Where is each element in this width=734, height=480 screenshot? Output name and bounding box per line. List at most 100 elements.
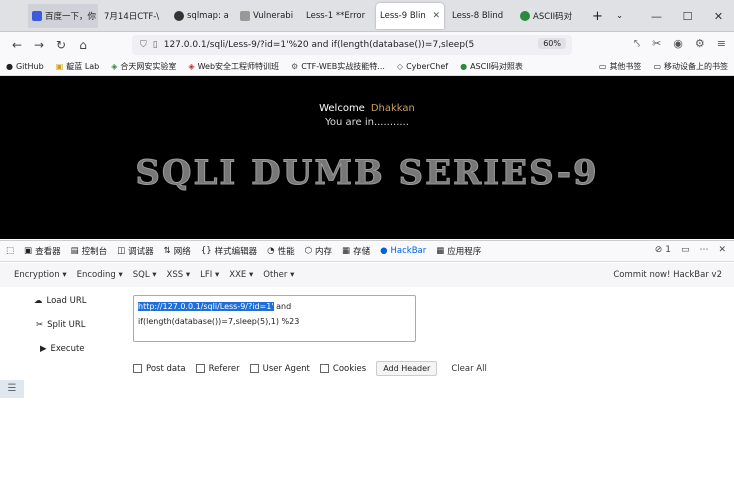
- tab-less8[interactable]: Less-8 Blind: [448, 4, 512, 28]
- tab-sqlmap[interactable]: sqlmap: a: [170, 4, 234, 28]
- github-favicon-icon: [174, 11, 184, 21]
- tab-performance[interactable]: ◔ 性能: [267, 245, 294, 257]
- sidebar-toggle-icon[interactable]: ☰: [0, 380, 24, 398]
- tab-bar: 百度一下，你 7月14日CTF-\ sqlmap: a Vulnerabi Le…: [0, 0, 734, 32]
- you-are-in-text: You are in...........: [325, 117, 409, 128]
- referer-checkbox[interactable]: Referer: [195, 364, 240, 374]
- button-label: Load URL: [46, 296, 87, 306]
- tab-vulnerability[interactable]: Vulnerabi: [236, 4, 300, 28]
- menu-icon[interactable]: ≡: [717, 37, 726, 51]
- extension-icon[interactable]: ⤣: [634, 37, 640, 51]
- bookmark-cyberchef[interactable]: ◇ CyberChef: [397, 62, 448, 71]
- tab-debugger[interactable]: ◫ 调试器: [117, 245, 154, 257]
- account-icon[interactable]: ◉: [673, 37, 683, 51]
- tab-memory[interactable]: ⬡ 内存: [305, 245, 332, 257]
- checkbox[interactable]: [249, 364, 259, 373]
- menu-xss[interactable]: XSS ▾: [167, 270, 191, 280]
- menu-xxe[interactable]: XXE ▾: [229, 270, 253, 280]
- tab-label: 存储: [353, 247, 371, 257]
- tab-less1[interactable]: Less-1 **Error: [302, 4, 372, 28]
- addon-icon[interactable]: ⚙: [695, 37, 705, 51]
- more-icon[interactable]: ⋯: [699, 245, 708, 255]
- split-url-button[interactable]: ✂ Split URL: [36, 320, 86, 330]
- bookmark-hetian[interactable]: ◈ 合天网安实验室: [111, 61, 176, 72]
- checkbox-label: Post data: [146, 363, 186, 374]
- error-count[interactable]: ⊘ 1: [655, 245, 671, 255]
- tab-label: 查看器: [35, 247, 61, 257]
- menu-label: Encoding: [76, 270, 116, 280]
- home-icon[interactable]: ⌂: [72, 38, 94, 52]
- checkbox[interactable]: [133, 364, 142, 373]
- maximize-icon[interactable]: ☐: [672, 0, 703, 32]
- tab-hackbar[interactable]: ● HackBar: [380, 246, 426, 256]
- textarea-line-1: http://127.0.0.1/sqli/Less-9/?id=1' and: [138, 299, 411, 314]
- menu-encryption[interactable]: Encryption ▾: [14, 270, 67, 280]
- page-favicon-icon: [240, 11, 250, 21]
- bookmark-lab[interactable]: ▣ 靛蓝 Lab: [56, 61, 100, 72]
- clear-all-button[interactable]: Clear All: [451, 364, 486, 374]
- screenshot-icon[interactable]: ✂: [652, 37, 661, 51]
- tab-network[interactable]: ⇅ 网络: [164, 245, 191, 257]
- tab-style-editor[interactable]: {} 样式编辑器: [201, 245, 257, 257]
- close-tab-icon[interactable]: ✕: [432, 11, 440, 21]
- checkbox[interactable]: [319, 364, 329, 373]
- cloud-icon: ☁: [34, 296, 43, 306]
- tab-label: 样式编辑器: [214, 247, 258, 257]
- menu-encoding[interactable]: Encoding ▾: [77, 270, 123, 280]
- user-agent-checkbox[interactable]: User Agent: [249, 364, 310, 374]
- url-bar[interactable]: ⛉ ▯ 127.0.0.1/sqli/Less-9/?id=1'%20 and …: [132, 35, 572, 55]
- list-tabs-button[interactable]: ⌄: [612, 4, 632, 28]
- selected-text: http://127.0.0.1/sqli/Less-9/?id=1': [138, 302, 274, 311]
- site-icon: ◈: [188, 62, 195, 71]
- bookmark-other[interactable]: ▭ 其他书签: [599, 61, 642, 72]
- bookmark-ctfweb[interactable]: ⚙ CTF-WEB实战技能特...: [291, 61, 385, 72]
- url-textarea[interactable]: http://127.0.0.1/sqli/Less-9/?id=1' and …: [133, 295, 416, 342]
- storage-icon: ▦: [342, 246, 351, 256]
- minimize-icon[interactable]: —: [641, 0, 672, 32]
- zoom-level[interactable]: 60%: [538, 38, 566, 49]
- tab-storage[interactable]: ▦ 存储: [342, 245, 370, 257]
- menu-label: XSS: [166, 270, 184, 280]
- bookmark-ascii[interactable]: ● ASCII码对照表: [460, 61, 523, 72]
- menu-sql[interactable]: SQL ▾: [133, 270, 157, 280]
- tab-ascii[interactable]: ASCII码对: [516, 4, 580, 28]
- hackbar-icon: ●: [380, 246, 388, 256]
- menu-lfi[interactable]: LFI ▾: [200, 270, 219, 280]
- execute-button[interactable]: ▶ Execute: [40, 344, 85, 354]
- tab-label: 应用程序: [447, 247, 482, 257]
- tab-baidu[interactable]: 百度一下，你: [28, 4, 98, 28]
- debugger-icon: ◫: [117, 246, 126, 256]
- add-header-button[interactable]: Add Header: [376, 361, 438, 376]
- reload-icon[interactable]: ↻: [50, 38, 72, 52]
- tab-label: 网络: [173, 247, 191, 257]
- new-tab-button[interactable]: +: [588, 4, 608, 28]
- tab-ctf[interactable]: 7月14日CTF-\: [100, 4, 168, 28]
- checkbox[interactable]: [195, 364, 205, 373]
- network-icon: ⇅: [163, 246, 171, 256]
- close-devtools-icon[interactable]: ✕: [718, 245, 726, 255]
- bookmark-github[interactable]: ● GitHub: [6, 62, 44, 71]
- shield-icon: ⛉: [140, 40, 147, 50]
- forward-icon[interactable]: →: [28, 38, 50, 52]
- commit-link[interactable]: Commit now! HackBar v2: [613, 270, 722, 280]
- folder-icon: ▣: [55, 62, 64, 71]
- devtools-tabbar: ⬚ ▣ 查看器 ▤ 控制台 ◫ 调试器 ⇅ 网络 {} 样式编辑器 ◔ 性能 ⬡ 内存 ▦ 存储…: [0, 240, 734, 262]
- bookmark-websec[interactable]: ◈ Web安全工程师特训班: [188, 61, 279, 72]
- menu-other[interactable]: Other ▾: [263, 270, 294, 280]
- post-data-checkbox[interactable]: Post data: [133, 364, 186, 374]
- tab-console[interactable]: ▤ 控制台: [71, 245, 108, 257]
- close-window-icon[interactable]: ✕: [703, 0, 734, 32]
- devtools-pick-icon[interactable]: ⬚: [6, 246, 14, 256]
- button-label: Execute: [50, 344, 85, 354]
- dock-icon[interactable]: ▭: [681, 245, 690, 255]
- back-icon[interactable]: ←: [6, 38, 28, 52]
- inspector-icon: ▣: [24, 246, 33, 256]
- tab-less9[interactable]: Less-9 Blin ✕: [376, 3, 444, 29]
- tab-application[interactable]: ▦ 应用程序: [436, 245, 481, 257]
- cookies-checkbox[interactable]: Cookies: [319, 364, 366, 374]
- menu-label: Other: [263, 270, 288, 280]
- load-url-button[interactable]: ☁ Load URL: [34, 296, 86, 306]
- tab-label: Less-8 Blind: [452, 11, 504, 21]
- tab-inspector[interactable]: ▣ 查看器: [24, 245, 61, 257]
- bookmark-mobile[interactable]: ▭ 移动设备上的书签: [653, 61, 728, 72]
